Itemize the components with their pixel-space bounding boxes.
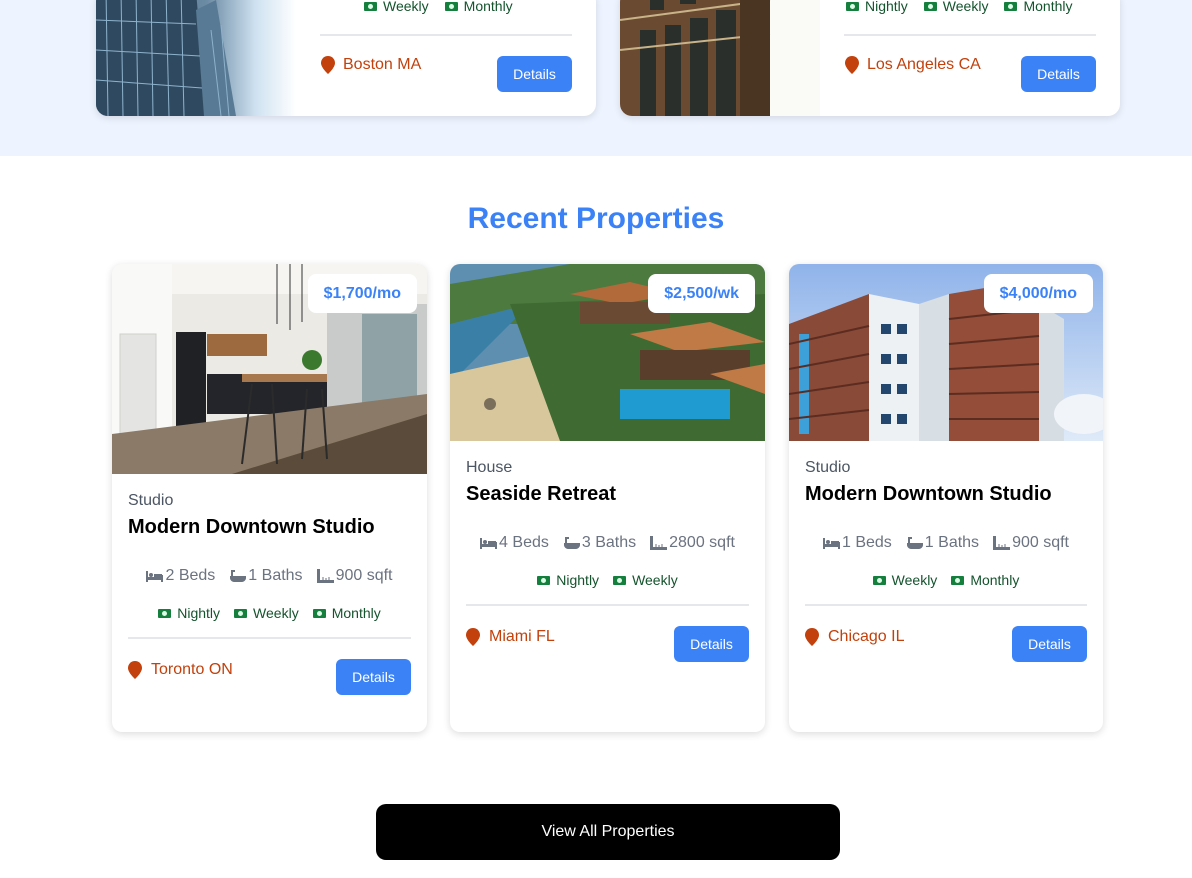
rate-weekly: Weekly: [234, 605, 299, 621]
beds: 1 Beds: [822, 534, 892, 552]
kitchen-interior-image: $1,700/mo: [112, 264, 427, 474]
brick-building-image: [620, 0, 820, 116]
seaside-resort-image: $2,500/wk: [450, 264, 765, 441]
rate-nightly: Nightly: [158, 605, 220, 621]
location: Toronto ON: [128, 661, 233, 679]
rate-monthly: Monthly: [312, 605, 381, 621]
amenities: 4 Beds 3 Baths 2800 sqft: [466, 534, 749, 552]
beds: 2 Beds: [146, 567, 215, 585]
bed-icon: [146, 571, 164, 582]
rate-list: Weekly Monthly: [364, 0, 513, 14]
details-button[interactable]: Details: [1012, 626, 1087, 662]
price-badge: $1,700/mo: [307, 274, 417, 313]
money-icon: [158, 608, 172, 618]
card-footer: Chicago IL Details: [805, 606, 1087, 666]
area: 900 sqft: [993, 534, 1069, 552]
divider: [844, 34, 1096, 36]
location: Los Angeles CA: [845, 56, 981, 74]
property-name: Modern Downtown Studio: [128, 516, 375, 538]
ruler-icon: [316, 569, 334, 583]
view-all-properties-button[interactable]: View All Properties: [376, 804, 840, 860]
property-card-chicago[interactable]: $4,000/mo Studio Modern Downtown Studio …: [789, 264, 1103, 732]
card-footer: Toronto ON Details: [128, 639, 411, 699]
rate-weekly: Weekly: [613, 572, 678, 588]
location: Boston MA: [321, 56, 421, 74]
divider: [320, 34, 572, 36]
card-body: House Seaside Retreat 4 Beds 3 Baths 280…: [466, 459, 749, 666]
money-icon: [846, 1, 859, 11]
rate-list: Nightly Weekly: [466, 572, 749, 588]
money-icon: [1004, 1, 1018, 11]
card-footer: Miami FL Details: [466, 606, 749, 666]
office-building-image: [96, 0, 296, 116]
area: 900 sqft: [316, 567, 393, 585]
money-icon: [312, 608, 326, 618]
details-button[interactable]: Details: [674, 626, 749, 662]
rate-list: Weekly Monthly: [805, 572, 1087, 588]
property-type: Studio: [805, 459, 851, 476]
details-button[interactable]: Details: [1021, 56, 1096, 92]
map-pin-icon: [845, 56, 859, 74]
money-icon: [444, 1, 458, 11]
map-pin-icon: [128, 661, 142, 679]
featured-properties-band: Weekly Monthly Boston MA Details Nightly…: [0, 0, 1192, 156]
ruler-icon: [650, 536, 668, 550]
bath-icon: [230, 570, 247, 582]
location: Chicago IL: [805, 628, 905, 646]
map-pin-icon: [466, 628, 480, 646]
rate-weekly: Weekly: [364, 0, 429, 14]
money-icon: [234, 608, 248, 618]
card-body: Studio Modern Downtown Studio 2 Beds 1 B…: [128, 492, 411, 699]
rate-monthly: Monthly: [951, 572, 1019, 588]
price-badge: $2,500/wk: [648, 274, 755, 313]
rate-nightly: Nightly: [537, 572, 599, 588]
ruler-icon: [993, 536, 1011, 550]
money-icon: [923, 1, 937, 11]
map-pin-icon: [321, 56, 335, 74]
apartment-building-image: $4,000/mo: [789, 264, 1103, 441]
details-button[interactable]: Details: [336, 659, 411, 695]
property-name: Seaside Retreat: [466, 483, 617, 505]
bed-icon: [480, 538, 498, 549]
rate-nightly: Nightly: [846, 0, 908, 14]
bath-icon: [563, 537, 580, 549]
baths: 1 Baths: [229, 567, 303, 585]
rate-weekly: Weekly: [923, 0, 988, 14]
bath-icon: [906, 537, 923, 549]
money-icon: [613, 575, 627, 585]
beds: 4 Beds: [480, 534, 549, 552]
rate-weekly: Weekly: [872, 572, 937, 588]
price-badge: $4,000/mo: [983, 274, 1093, 313]
featured-card-los-angeles: Nightly Weekly Monthly Los Angeles CA De…: [620, 0, 1120, 116]
property-name: Modern Downtown Studio: [805, 483, 1052, 505]
location: Miami FL: [466, 628, 555, 646]
baths: 3 Baths: [563, 534, 636, 552]
property-type: House: [466, 459, 513, 476]
money-icon: [951, 575, 965, 585]
rate-list: Nightly Weekly Monthly: [846, 0, 1072, 14]
rate-monthly: Monthly: [444, 0, 513, 14]
bed-icon: [822, 538, 840, 549]
property-type: Studio: [128, 492, 174, 509]
amenities: 1 Beds 1 Baths 900 sqft: [805, 534, 1087, 552]
rate-list: Nightly Weekly Monthly: [128, 605, 411, 621]
money-icon: [364, 1, 377, 11]
baths: 1 Baths: [906, 534, 979, 552]
amenities: 2 Beds 1 Baths 900 sqft: [128, 567, 411, 585]
money-icon: [872, 575, 886, 585]
property-card-toronto[interactable]: $1,700/mo Studio Modern Downtown Studio …: [112, 264, 427, 732]
card-body: Studio Modern Downtown Studio 1 Beds 1 B…: [805, 459, 1087, 666]
property-card-miami[interactable]: $2,500/wk House Seaside Retreat 4 Beds 3…: [450, 264, 765, 732]
details-button[interactable]: Details: [497, 56, 572, 92]
rate-monthly: Monthly: [1004, 0, 1072, 14]
money-icon: [537, 575, 551, 585]
area: 2800 sqft: [650, 534, 735, 552]
section-title: Recent Properties: [467, 202, 725, 235]
featured-card-boston: Weekly Monthly Boston MA Details: [96, 0, 596, 116]
map-pin-icon: [805, 628, 819, 646]
